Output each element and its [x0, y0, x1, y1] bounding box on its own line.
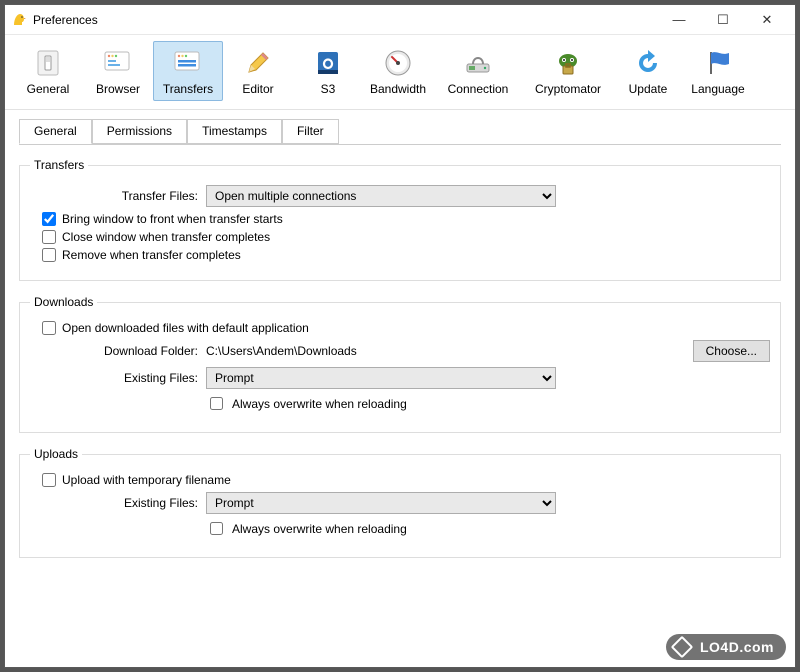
refresh-icon [631, 46, 665, 80]
uploads-existing-label: Existing Files: [30, 496, 206, 510]
tab-filter[interactable]: Filter [282, 119, 339, 144]
download-folder-path: C:\Users\Andem\Downloads [206, 344, 357, 358]
group-legend: Downloads [30, 295, 97, 309]
group-downloads: Downloads Open downloaded files with def… [19, 295, 781, 433]
toolbar-label: Transfers [163, 82, 213, 96]
toolbar-label: Cryptomator [535, 82, 601, 96]
chk-temp-filename-label: Upload with temporary filename [62, 473, 231, 487]
toolbar-connection[interactable]: Connection [433, 41, 523, 101]
s3-icon [311, 46, 345, 80]
window-title: Preferences [33, 13, 657, 27]
group-transfers: Transfers Transfer Files: Open multiple … [19, 158, 781, 281]
toolbar-label: Connection [448, 82, 509, 96]
tab-general[interactable]: General [19, 119, 92, 144]
titlebar: Preferences — ☐ ✕ [5, 5, 795, 35]
preferences-toolbar: General Browser Transfers Editor S3 Band… [5, 35, 795, 110]
group-legend: Transfers [30, 158, 88, 172]
chk-open-default-label: Open downloaded files with default appli… [62, 321, 309, 335]
toolbar-update[interactable]: Update [613, 41, 683, 101]
toolbar-general[interactable]: General [13, 41, 83, 101]
modem-icon [461, 46, 495, 80]
toolbar-label: Update [629, 82, 668, 96]
chk-open-default[interactable] [42, 321, 56, 335]
chk-bring-front-label: Bring window to front when transfer star… [62, 212, 283, 226]
maximize-button[interactable]: ☐ [701, 6, 745, 34]
toolbar-label: General [27, 82, 70, 96]
close-button[interactable]: ✕ [745, 6, 789, 34]
app-icon [11, 12, 27, 28]
content-area: General Permissions Timestamps Filter Tr… [5, 110, 795, 667]
chk-bring-front[interactable] [42, 212, 56, 226]
choose-button[interactable]: Choose... [693, 340, 770, 362]
tab-timestamps[interactable]: Timestamps [187, 119, 282, 144]
toolbar-bandwidth[interactable]: Bandwidth [363, 41, 433, 101]
chk-remove-complete-label: Remove when transfer completes [62, 248, 241, 262]
toolbar-label: Editor [242, 82, 273, 96]
toolbar-label: Browser [96, 82, 140, 96]
browser-icon [101, 46, 135, 80]
toolbar-label: S3 [321, 82, 336, 96]
chk-uploads-overwrite[interactable] [210, 522, 223, 535]
toolbar-label: Language [691, 82, 744, 96]
group-uploads: Uploads Upload with temporary filename E… [19, 447, 781, 558]
gauge-icon [381, 46, 415, 80]
watermark: LO4D.com [666, 634, 786, 660]
uploads-existing-select[interactable]: Prompt [206, 492, 556, 514]
chk-uploads-overwrite-label: Always overwrite when reloading [232, 522, 407, 536]
chk-temp-filename[interactable] [42, 473, 56, 487]
toolbar-s3[interactable]: S3 [293, 41, 363, 101]
toolbar-language[interactable]: Language [683, 41, 753, 101]
chk-downloads-overwrite[interactable] [210, 397, 223, 410]
chk-remove-complete[interactable] [42, 248, 56, 262]
minimize-button[interactable]: — [657, 6, 701, 34]
tab-permissions[interactable]: Permissions [92, 119, 187, 144]
transfer-files-select[interactable]: Open multiple connections [206, 185, 556, 207]
downloads-existing-select[interactable]: Prompt [206, 367, 556, 389]
toolbar-label: Bandwidth [370, 82, 426, 96]
chk-close-complete-label: Close window when transfer completes [62, 230, 270, 244]
transfers-icon [171, 46, 205, 80]
switch-icon [31, 46, 65, 80]
toolbar-cryptomator[interactable]: Cryptomator [523, 41, 613, 101]
group-legend: Uploads [30, 447, 82, 461]
chk-downloads-overwrite-label: Always overwrite when reloading [232, 397, 407, 411]
cryptomator-icon [551, 46, 585, 80]
flag-icon [701, 46, 735, 80]
subtabs: General Permissions Timestamps Filter [19, 119, 781, 145]
downloads-existing-label: Existing Files: [30, 371, 206, 385]
tab-body-general: Transfers Transfer Files: Open multiple … [19, 144, 781, 558]
transfer-files-label: Transfer Files: [30, 189, 206, 203]
toolbar-browser[interactable]: Browser [83, 41, 153, 101]
pencil-icon [241, 46, 275, 80]
toolbar-transfers[interactable]: Transfers [153, 41, 223, 101]
download-folder-label: Download Folder: [30, 344, 206, 358]
toolbar-editor[interactable]: Editor [223, 41, 293, 101]
chk-close-complete[interactable] [42, 230, 56, 244]
preferences-window: Preferences — ☐ ✕ General Browser Transf… [4, 4, 796, 668]
